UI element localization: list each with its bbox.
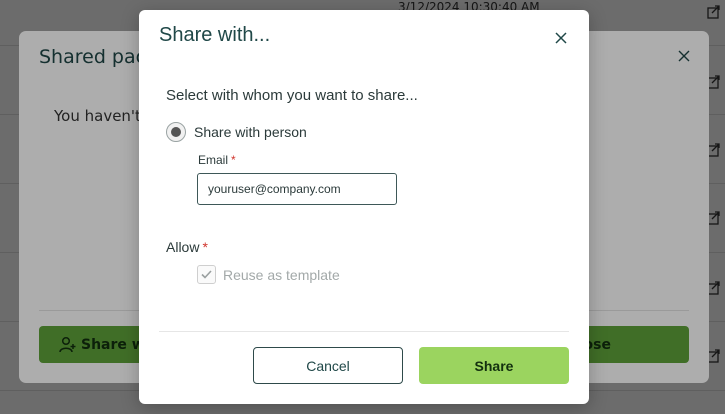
close-icon[interactable] [554, 31, 568, 45]
share-button[interactable]: Share [419, 347, 569, 384]
share-with-person-label: Share with person [194, 124, 307, 140]
reuse-as-template-label: Reuse as template [223, 266, 340, 283]
share-with-person-radio[interactable] [166, 122, 186, 142]
reuse-as-template-checkbox [197, 265, 216, 284]
email-field[interactable] [197, 173, 397, 205]
radio-selected-dot [171, 127, 181, 137]
required-marker: * [231, 153, 236, 167]
share-with-dialog: Share with... Select with whom you want … [139, 10, 589, 404]
share-prompt: Select with whom you want to share... [166, 87, 418, 104]
allow-label-text: Allow [166, 239, 200, 255]
cancel-button[interactable]: Cancel [253, 347, 403, 384]
dialog-title: Share with... [159, 24, 271, 46]
email-label-text: Email [198, 153, 229, 167]
email-label: Email * [198, 153, 236, 167]
required-marker: * [202, 239, 208, 255]
allow-label: Allow * [166, 239, 208, 255]
share-label: Share [474, 357, 514, 374]
footer-divider [159, 331, 569, 332]
cancel-label: Cancel [306, 357, 350, 374]
checkmark-icon [201, 270, 212, 279]
reuse-as-template-option: Reuse as template [197, 265, 340, 284]
share-with-person-option[interactable]: Share with person [166, 122, 307, 142]
